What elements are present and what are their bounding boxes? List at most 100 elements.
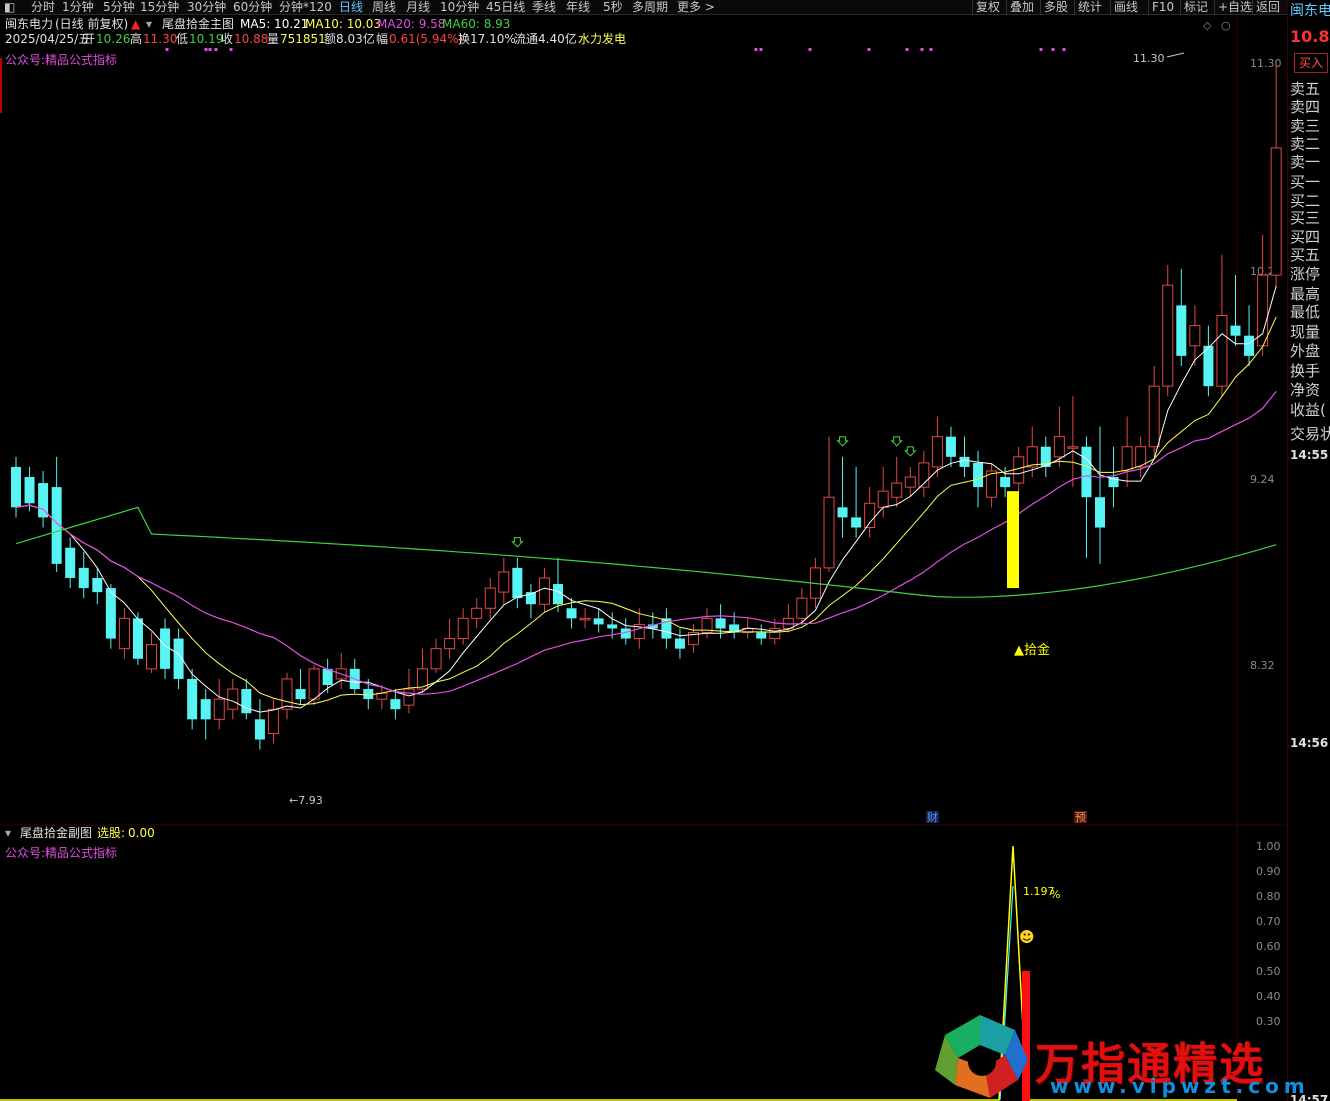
period-tab-15[interactable]: 多周期 [632, 0, 668, 14]
period-tab-5[interactable]: 60分钟 [233, 0, 272, 14]
diamond-icon: ◇ [1203, 19, 1212, 32]
toolbar-separator [1110, 0, 1111, 14]
cai-text: 财 [927, 810, 938, 824]
candle-body [796, 597, 808, 619]
period-tab-8[interactable]: 周线 [372, 0, 396, 14]
dot-marker [920, 48, 924, 51]
candle [118, 608, 130, 659]
candle [891, 456, 903, 508]
candle [227, 678, 239, 720]
right-tool-4[interactable]: 画线 [1114, 0, 1138, 14]
candle [484, 577, 496, 619]
period-tab-2[interactable]: 5分钟 [103, 0, 135, 14]
toolbar-separator [1074, 0, 1075, 14]
period-tab-10[interactable]: 10分钟 [440, 0, 479, 14]
max-price-label: 11.30 [1133, 52, 1165, 65]
right-tool-0[interactable]: 复权 [976, 0, 1000, 14]
period-tab-6[interactable]: 分钟*120 [279, 0, 332, 14]
period-tab-11[interactable]: 45日线 [486, 0, 525, 14]
candle-body [118, 617, 130, 650]
candle [65, 537, 76, 589]
right-tool-8[interactable]: 返回 [1256, 0, 1280, 14]
panel-level-16: 净资 [1290, 381, 1321, 399]
candle-body [160, 628, 171, 669]
candle [430, 638, 442, 673]
period-tab-3[interactable]: 15分钟 [140, 0, 179, 14]
candle-body [891, 482, 903, 498]
candle-body [512, 567, 523, 599]
period-toolbar: 分时 1分钟 5分钟 15分钟 30分钟 60分钟 分钟*120 日线 周线 月线 10分钟 45日线… [0, 0, 1330, 15]
window-toggle-icon[interactable]: ◧ [4, 0, 15, 14]
candle [525, 584, 536, 619]
candle [335, 652, 347, 690]
circle-icon: ○ [1221, 19, 1231, 32]
candle-body [1121, 446, 1133, 472]
period-tab-16[interactable]: 更多 > [677, 0, 715, 14]
panel-level-15: 换手 [1290, 362, 1321, 380]
period-tab-13[interactable]: 年线 [566, 0, 590, 14]
candle-body [1095, 497, 1105, 528]
right-tool-7[interactable]: +自选 [1218, 0, 1252, 14]
panel-level-14: 外盘 [1290, 342, 1321, 360]
period-tab-9[interactable]: 月线 [406, 0, 430, 14]
candle [553, 557, 563, 613]
candle-body [579, 617, 591, 621]
period-tab-1[interactable]: 1分钟 [62, 0, 94, 14]
candle [498, 557, 510, 605]
candle [1040, 436, 1051, 478]
period-tab-12[interactable]: 季线 [532, 0, 556, 14]
candle-body [213, 698, 225, 720]
signal-label: ▲拾金 [1014, 642, 1050, 658]
candle [267, 699, 279, 744]
watermark-url: www.vipwzt.com [1050, 1074, 1310, 1098]
smile-icon: ☻ [1019, 928, 1035, 946]
candle-body [1148, 385, 1160, 448]
candle-body [1013, 456, 1025, 484]
period-tab-4[interactable]: 30分钟 [187, 0, 226, 14]
candle [782, 604, 794, 633]
candle [1176, 269, 1187, 366]
candle-body [1216, 314, 1228, 387]
right-tool-3[interactable]: 统计 [1078, 0, 1102, 14]
dot-marker [1039, 48, 1043, 51]
candle-body [607, 624, 618, 629]
panel-level-11: 最高 [1290, 285, 1321, 303]
right-tool-2[interactable]: 多股 [1044, 0, 1068, 14]
candle [24, 466, 35, 512]
candle [1081, 436, 1092, 558]
candle-body [1189, 325, 1201, 347]
min-price-label: ←7.93 [289, 794, 323, 807]
candle [959, 436, 970, 478]
candle [187, 668, 198, 730]
dot-marker [905, 48, 909, 51]
candle-body [1000, 477, 1011, 488]
panel-level-3: 卖二 [1290, 135, 1321, 153]
candle [918, 450, 930, 498]
yu-badge: 预 [1074, 811, 1087, 824]
ma60-line [15, 506, 1277, 598]
candle-body [227, 688, 239, 710]
period-tab-7[interactable]: 日线 [339, 0, 363, 14]
sub-percent: % [1050, 888, 1060, 901]
buy-button[interactable]: 买入 [1294, 53, 1329, 73]
candle-body [92, 577, 103, 593]
candle [579, 608, 591, 629]
candle-body [267, 708, 279, 734]
panel-level-1: 卖四 [1290, 98, 1321, 116]
period-tab-14[interactable]: 5秒 [603, 0, 623, 14]
dot-marker [759, 48, 763, 51]
right-tool-5[interactable]: F10 [1152, 0, 1174, 14]
candle-body [769, 627, 781, 640]
candle-body [484, 587, 496, 609]
right-tool-6[interactable]: 标记 [1184, 0, 1208, 14]
period-tab-0[interactable]: 分时 [31, 0, 55, 14]
quote-panel: 闽东电 10.8 买入 卖五 卖四 卖三 卖二 卖一 买一 买二 买三 买四 买五 涨停 最高 最低 现量… [1287, 0, 1330, 1101]
main-kline-chart[interactable]: 11.3010.279.248.32▲拾金11.30←7.93财 预◇ ○ [0, 15, 1287, 826]
candle-body [403, 688, 415, 706]
candle-body [390, 699, 401, 710]
candle-body [24, 477, 35, 504]
right-tool-1[interactable]: 叠加 [1010, 0, 1034, 14]
ma10-line [15, 316, 1277, 706]
panel-level-2: 卖三 [1290, 117, 1321, 135]
down-arrow-icon [904, 446, 917, 457]
